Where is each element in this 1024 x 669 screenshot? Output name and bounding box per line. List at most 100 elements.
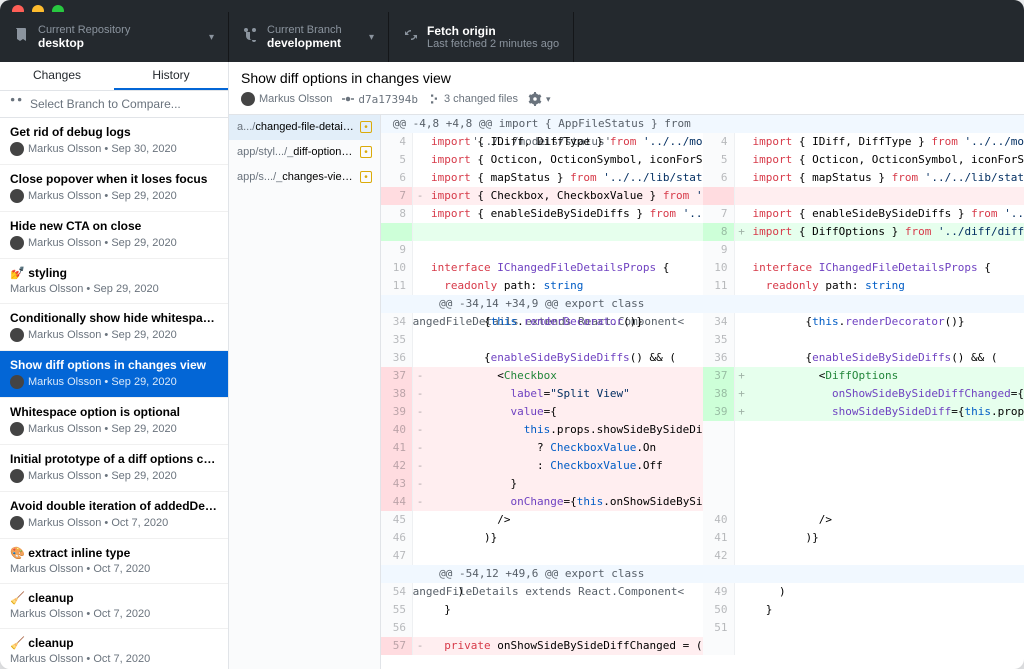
diff-line: 41- ? CheckboxValue.On	[381, 439, 703, 457]
commit-item-meta: Markus Olsson • Sep 29, 2020	[10, 469, 218, 483]
diff-hunk-header: @@ -54,12 +49,6 @@ export class ChangedF…	[381, 565, 703, 583]
file-item[interactable]: app/s.../_changes-view.scss•	[229, 165, 380, 190]
diff-line: 35	[703, 331, 1024, 349]
compare-branch-selector[interactable]: Select Branch to Compare...	[0, 91, 228, 118]
diff-line: 8+import { DiffOptions } from '../diff/d…	[703, 223, 1024, 241]
diff-line	[703, 187, 1024, 205]
diff-line	[703, 457, 1024, 475]
commit-item[interactable]: Show diff options in changes view Markus…	[0, 351, 228, 398]
commit-item[interactable]: Conditionally show hide whitespace/split…	[0, 304, 228, 351]
diff-line: 42- : CheckboxValue.Off	[381, 457, 703, 475]
commit-item-title: Get rid of debug logs	[10, 125, 218, 139]
branch-label: Current Branch	[267, 24, 342, 36]
diff-line: 35	[381, 331, 703, 349]
avatar	[10, 142, 24, 156]
diff-line: 55 }	[381, 601, 703, 619]
avatar	[10, 189, 24, 203]
commit-files-count: 3 changed files	[444, 93, 518, 105]
diff-line	[703, 493, 1024, 511]
diff-line: 46 )}	[381, 529, 703, 547]
diff-line: 57- private onShowSideBySideDiffChanged …	[381, 637, 703, 655]
diff-line: 50 }	[703, 601, 1024, 619]
diff-hunk-header: @@ -34,14 +34,9 @@ export class ChangedF…	[381, 295, 703, 313]
file-item[interactable]: a.../changed-file-details.tsx•	[229, 115, 380, 140]
avatar	[10, 375, 24, 389]
commit-item-meta: Markus Olsson • Sep 29, 2020	[10, 375, 218, 389]
diff-line: 51	[703, 619, 1024, 637]
diff-icon	[428, 93, 440, 105]
commit-item[interactable]: Hide new CTA on close Markus Olsson • Se…	[0, 212, 228, 259]
repo-icon	[14, 27, 30, 48]
diff-line: 4import { IDiff, DiffType } from '../../…	[381, 133, 703, 151]
titlebar	[0, 0, 1024, 12]
diff-line: 34 {this.renderDecorator()}	[703, 313, 1024, 331]
file-status-badge: •	[360, 171, 372, 183]
diff-hunk-header	[703, 295, 1024, 313]
commit-item[interactable]: Get rid of debug logs Markus Olsson • Se…	[0, 118, 228, 165]
body-split: a.../changed-file-details.tsx•app/styl..…	[229, 115, 1024, 669]
diff-line	[703, 637, 1024, 655]
commit-item[interactable]: Close popover when it loses focus Markus…	[0, 165, 228, 212]
commit-item-title: Show diff options in changes view	[10, 358, 218, 372]
diff-line: 7import { enableSideBySideDiffs } from '…	[703, 205, 1024, 223]
commit-item-title: Close popover when it loses focus	[10, 172, 218, 186]
diff-line	[703, 439, 1024, 457]
diff-line: 42	[703, 547, 1024, 565]
commit-item[interactable]: 🧹 cleanup Markus Olsson • Oct 7, 2020	[0, 629, 228, 669]
commit-item[interactable]: 🧹 cleanup Markus Olsson • Oct 7, 2020	[0, 584, 228, 629]
commit-author: Markus Olsson	[259, 93, 332, 105]
avatar	[10, 469, 24, 483]
file-status-badge: •	[360, 121, 372, 133]
tab-history[interactable]: History	[114, 62, 228, 90]
commit-item-title: Hide new CTA on close	[10, 219, 218, 233]
commit-item-meta: Markus Olsson • Oct 7, 2020	[10, 563, 218, 575]
commit-item-meta: Markus Olsson • Sep 29, 2020	[10, 189, 218, 203]
repo-selector[interactable]: Current Repository desktop ▾	[0, 12, 229, 62]
file-status-badge: •	[360, 146, 372, 158]
commit-item-title: 🎨 extract inline type	[10, 546, 218, 560]
commit-item[interactable]: 💅 styling Markus Olsson • Sep 29, 2020	[0, 259, 228, 304]
diff-line: 56	[381, 619, 703, 637]
diff-right-column: 4import { IDiff, DiffType } from '../../…	[703, 115, 1024, 669]
commit-item-title: Avoid double iteration of addedDeletedLi…	[10, 499, 218, 513]
diff-line: 7-import { Checkbox, CheckboxValue } fro…	[381, 187, 703, 205]
commit-item[interactable]: Whitespace option is optional Markus Ols…	[0, 398, 228, 445]
diff-left-column: @@ -4,8 +4,8 @@ import { AppFileStatus }…	[381, 115, 703, 669]
diff-line: 10interface IChangedFileDetailsProps {	[703, 259, 1024, 277]
commit-item-meta: Markus Olsson • Sep 30, 2020	[10, 142, 218, 156]
commit-sha: d7a17394b	[358, 93, 418, 106]
fetch-button[interactable]: Fetch origin Last fetched 2 minutes ago	[389, 12, 574, 62]
diff-line: 6import { mapStatus } from '../../lib/st…	[381, 169, 703, 187]
diff-hunk-header: @@ -4,8 +4,8 @@ import { AppFileStatus }…	[381, 115, 703, 133]
file-item[interactable]: app/styl.../_diff-options.scss•	[229, 140, 380, 165]
diff-view[interactable]: @@ -4,8 +4,8 @@ import { AppFileStatus }…	[381, 115, 1024, 669]
commit-item-meta: Markus Olsson • Sep 29, 2020	[10, 422, 218, 436]
commit-item-meta: Markus Olsson • Oct 7, 2020	[10, 653, 218, 665]
branch-selector[interactable]: Current Branch development ▾	[229, 12, 389, 62]
repo-label: Current Repository	[38, 24, 130, 36]
diff-line: 47	[381, 547, 703, 565]
sync-icon	[403, 27, 419, 48]
commit-item[interactable]: Avoid double iteration of addedDeletedLi…	[0, 492, 228, 539]
tab-changes[interactable]: Changes	[0, 62, 114, 90]
diff-line: 41 )}	[703, 529, 1024, 547]
diff-line: 39- value={	[381, 403, 703, 421]
avatar	[10, 328, 24, 342]
diff-line: 5import { Octicon, OcticonSymbol, iconFo…	[703, 151, 1024, 169]
diff-line: 36 {enableSideBySideDiffs() && (	[703, 349, 1024, 367]
diff-line	[381, 223, 703, 241]
diff-line: 5import { Octicon, OcticonSymbol, iconFo…	[381, 151, 703, 169]
diff-options-button[interactable]: ▾	[528, 92, 551, 106]
diff-line: 37- <Checkbox	[381, 367, 703, 385]
diff-line: 49 )	[703, 583, 1024, 601]
commit-item[interactable]: Initial prototype of a diff options comp…	[0, 445, 228, 492]
diff-line: 9	[703, 241, 1024, 259]
history-list[interactable]: Get rid of debug logs Markus Olsson • Se…	[0, 118, 228, 669]
diff-line: 37+ <DiffOptions	[703, 367, 1024, 385]
avatar	[10, 422, 24, 436]
diff-line	[703, 475, 1024, 493]
content: Changes History Select Branch to Compare…	[0, 62, 1024, 669]
diff-line: 36 {enableSideBySideDiffs() && (	[381, 349, 703, 367]
commit-item[interactable]: 🎨 extract inline type Markus Olsson • Oc…	[0, 539, 228, 584]
toolbar: Current Repository desktop ▾ Current Bra…	[0, 12, 1024, 62]
